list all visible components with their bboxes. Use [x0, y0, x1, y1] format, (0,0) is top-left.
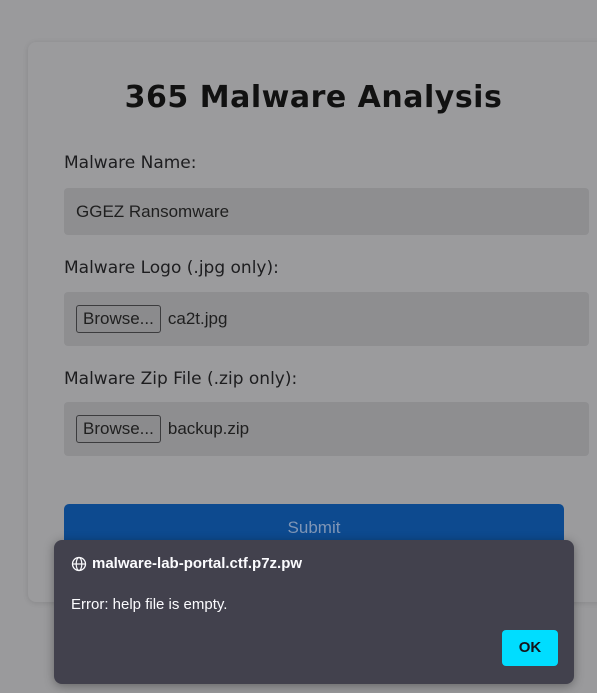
alert-dialog: malware-lab-portal.ctf.p7z.pw Error: hel…: [54, 540, 574, 684]
logo-browse-button[interactable]: Browse...: [76, 305, 161, 333]
zip-file-name: backup.zip: [167, 419, 250, 438]
malware-name-label: Malware Name:: [64, 153, 197, 173]
page: 365 Malware Analysis Malware Name: GGEZ …: [0, 0, 597, 693]
page-title: 365 Malware Analysis: [124, 80, 503, 115]
zip-browse-button[interactable]: Browse...: [76, 415, 161, 443]
globe-icon: [71, 556, 87, 571]
malware-logo-file-input[interactable]: Browse... ca2t.jpg: [64, 292, 589, 346]
ok-button[interactable]: OK: [502, 630, 558, 666]
malware-logo-label: Malware Logo (.jpg only):: [64, 258, 279, 278]
malware-zip-file-input[interactable]: Browse... backup.zip: [64, 402, 589, 456]
malware-zip-label: Malware Zip File (.zip only):: [64, 369, 298, 389]
dialog-origin: malware-lab-portal.ctf.p7z.pw: [71, 555, 302, 572]
dialog-origin-text: malware-lab-portal.ctf.p7z.pw: [92, 555, 303, 572]
logo-file-name: ca2t.jpg: [167, 309, 228, 328]
malware-name-input[interactable]: GGEZ Ransomware: [64, 188, 589, 235]
dialog-message: Error: help file is empty.: [71, 596, 228, 613]
